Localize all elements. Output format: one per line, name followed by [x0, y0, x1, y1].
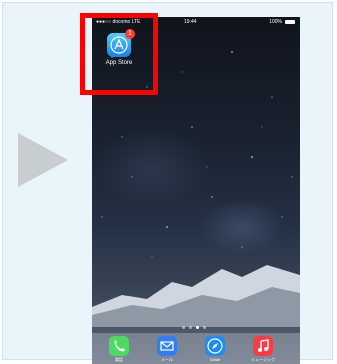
mountain-silhouette — [92, 265, 300, 327]
dock-item-phone[interactable]: 電話 — [104, 336, 134, 364]
dock-label: ミュージック — [251, 357, 275, 362]
highlight-box — [80, 13, 158, 95]
phone-icon[interactable] — [109, 336, 129, 356]
page-indicator[interactable] — [180, 326, 212, 330]
dock: 電話 メール Safari ミュージック — [92, 333, 300, 364]
compass-icon[interactable] — [205, 336, 225, 356]
dock-label: Safari — [209, 357, 221, 362]
battery-icon — [285, 20, 295, 24]
page-dot — [189, 326, 192, 329]
mail-icon[interactable] — [157, 336, 177, 356]
dock-item-safari[interactable]: Safari — [200, 336, 230, 364]
next-step-arrow-icon — [18, 133, 68, 187]
clock-label: 19:44 — [184, 19, 197, 25]
dock-label: メール — [161, 357, 173, 362]
music-icon[interactable] — [253, 336, 273, 356]
dock-label: 電話 — [115, 357, 123, 362]
page-dot — [182, 326, 185, 329]
battery-percent: 100% — [269, 19, 282, 25]
page-dot — [203, 326, 206, 329]
dock-item-mail[interactable]: メール — [152, 336, 182, 364]
page-dot-active — [196, 326, 199, 329]
dock-item-music[interactable]: ミュージック — [248, 336, 278, 364]
